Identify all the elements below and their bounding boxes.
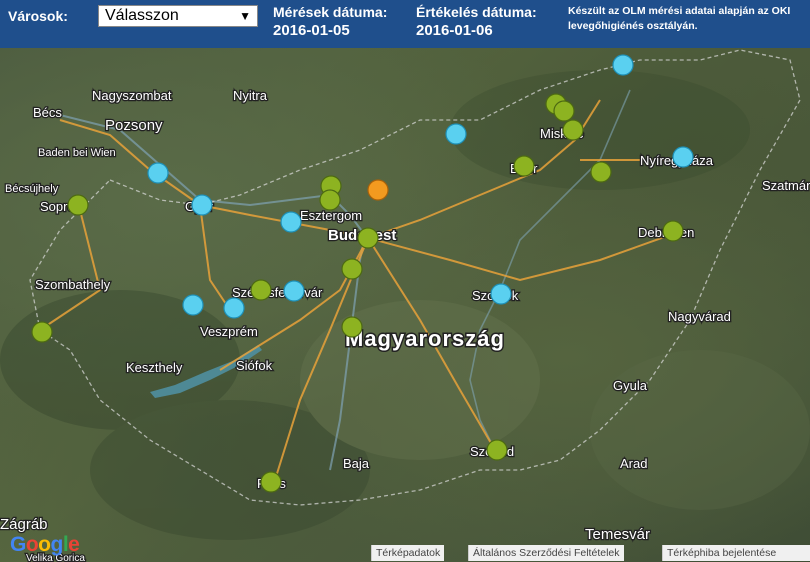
map-data-link[interactable]: Térképadatok [371,545,445,561]
station-marker-green[interactable] [341,316,363,338]
station-marker-green[interactable] [590,161,612,183]
station-marker-orange[interactable] [367,179,389,201]
header-bar: Városok: Válasszon ▼ Mérések dátuma: 201… [0,0,810,48]
label-baja: Baja [343,456,370,471]
label-zagrab: Zágráb [0,516,48,533]
dropdown-arrow-icon: ▼ [239,9,251,23]
eval-date-value: 2016-01-06 [416,22,493,39]
country-label: Magyarország [345,326,505,351]
city-select[interactable]: Válasszon ▼ [98,5,258,27]
label-szekesfehervar: Székesfehérvár [232,285,323,300]
label-keszthely: Keszthely [126,360,183,375]
label-gyula: Gyula [613,378,648,393]
label-temesvar: Temesvár [585,526,650,543]
label-baden: Baden bei Wien [38,147,116,159]
google-logo: Google [10,533,80,556]
station-marker-blue[interactable] [612,54,634,76]
station-marker-green[interactable] [31,321,53,343]
terrain-layer [0,70,810,540]
eval-date-label: Értékelés dátuma: [416,4,537,20]
label-veszprem: Veszprém [200,324,258,339]
station-marker-green[interactable] [553,100,575,122]
label-becs: Bécs [33,105,62,120]
map-canvas[interactable]: Bécs Pozsony Nagyszombat Nyitra Baden be… [0,48,810,562]
station-marker-blue[interactable] [147,162,169,184]
station-marker-blue[interactable] [445,123,467,145]
station-marker-blue[interactable] [223,297,245,319]
label-arad: Arad [620,456,647,471]
label-nagyvarad: Nagyvárad [668,309,731,324]
measure-date-value: 2016-01-05 [273,22,350,39]
station-marker-green[interactable] [260,471,282,493]
station-marker-blue[interactable] [280,211,302,233]
measure-date-label: Mérések dátuma: [273,4,388,20]
station-marker-blue[interactable] [182,294,204,316]
city-select-value: Válasszon [105,7,179,24]
station-marker-green[interactable] [67,194,89,216]
station-marker-green[interactable] [662,220,684,242]
station-marker-blue[interactable] [672,146,694,168]
label-pozsony: Pozsony [105,117,163,134]
station-marker-green[interactable] [250,279,272,301]
label-szatmar: Szatmár [762,178,810,193]
station-marker-green[interactable] [319,189,341,211]
station-marker-blue[interactable] [191,194,213,216]
report-map-error-link[interactable]: Térképhiba bejelentése [662,545,810,561]
station-marker-green[interactable] [486,439,508,461]
station-marker-blue[interactable] [490,283,512,305]
label-nyitra: Nyitra [233,88,268,103]
terms-link[interactable]: Általános Szerződési Feltételek [468,545,624,561]
source-note: Készült az OLM mérési adatai alapján az … [568,5,791,32]
station-marker-green[interactable] [513,155,535,177]
label-siofok: Siófok [236,358,273,373]
label-becsujhely: Bécsújhely [5,183,59,195]
station-marker-green[interactable] [357,227,379,249]
cities-label: Városok: [8,8,68,24]
station-marker-green[interactable] [341,258,363,280]
station-marker-green[interactable] [562,119,584,141]
label-szombathely: Szombathely [35,277,111,292]
station-marker-blue[interactable] [283,280,305,302]
label-nagyszombat: Nagyszombat [92,88,172,103]
map-area[interactable]: Bécs Pozsony Nagyszombat Nyitra Baden be… [0,48,810,562]
